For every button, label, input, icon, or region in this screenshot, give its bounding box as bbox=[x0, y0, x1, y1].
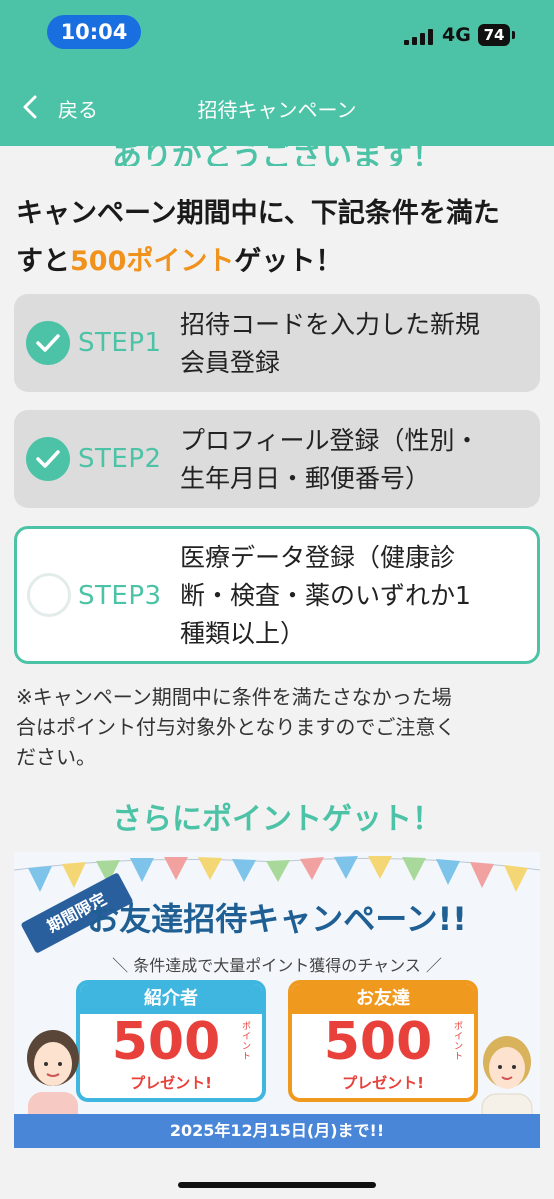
step-description: 招待コードを入力した新規 会員登録 bbox=[180, 306, 480, 382]
network-label: 4G bbox=[442, 24, 471, 46]
check-icon bbox=[26, 437, 70, 481]
step-text-line: 招待コードを入力した新規 bbox=[180, 310, 481, 339]
intro-text: すと bbox=[16, 246, 70, 277]
step-text-line: 生年月日・郵便番号） bbox=[180, 464, 431, 493]
intro-line-1: キャンペーン期間中に、下記条件を満た bbox=[16, 198, 500, 229]
points-highlight: 500ポイント bbox=[70, 246, 235, 277]
card-heading: 紹介者 bbox=[80, 984, 262, 1014]
step-label: STEP3 bbox=[78, 581, 162, 611]
step-card-2: STEP2 プロフィール登録（性別・ 生年月日・郵便番号） bbox=[14, 410, 540, 508]
banner-subtitle: ＼ 条件達成で大量ポイント獲得のチャンス ／ bbox=[112, 956, 442, 975]
campaign-notice: ※キャンペーン期間中に条件を満たさなかった場 合はポイント付与対象外となりますの… bbox=[16, 682, 544, 772]
page-title: 招待キャンペーン bbox=[197, 98, 357, 122]
invite-campaign-banner[interactable]: 期間限定 お友達招待キャンペーン!! ＼ 条件達成で大量ポイント獲得のチャンス … bbox=[14, 852, 540, 1148]
app-header: 10:04 4G 74 戻る 招待キャンペーン bbox=[0, 0, 554, 146]
step-label: STEP1 bbox=[78, 328, 162, 358]
thanks-heading: ありがとうございます！ bbox=[112, 139, 442, 166]
step-text-line: 種類以上） bbox=[180, 619, 306, 648]
status-time: 10:04 bbox=[47, 15, 141, 49]
woman-illustration-icon bbox=[27, 1030, 79, 1128]
reward-amount: 500 bbox=[323, 1012, 433, 1072]
unchecked-circle-icon bbox=[27, 573, 71, 617]
notice-line: 合はポイント付与対象外となりますのでご注意く bbox=[16, 715, 456, 739]
campaign-deadline: 2025年12月15日(月)まで!! bbox=[14, 1114, 540, 1148]
home-indicator[interactable] bbox=[178, 1182, 376, 1188]
more-points-heading: さらにポイントゲット！ bbox=[112, 802, 442, 837]
present-label: プレゼント! bbox=[130, 1074, 212, 1092]
step-text-line: 医療データ登録（健康診 bbox=[180, 543, 456, 572]
campaign-intro: キャンペーン期間中に、下記条件を満た すと500ポイントゲット！ bbox=[16, 190, 546, 286]
step-description: 医療データ登録（健康診 断・検査・薬のいずれか1 種類以上） bbox=[180, 539, 471, 653]
step-text-line: 会員登録 bbox=[180, 348, 281, 377]
step-text-line: 断・検査・薬のいずれか1 bbox=[180, 581, 471, 610]
reward-unit: ポイント bbox=[454, 1022, 464, 1062]
banner-title: お友達招待キャンペーン!! bbox=[87, 900, 467, 938]
intro-line-2: すと500ポイントゲット！ bbox=[16, 238, 546, 286]
check-icon bbox=[26, 321, 70, 365]
notice-line: ださい。 bbox=[16, 745, 96, 769]
intro-text: ゲット！ bbox=[234, 246, 343, 277]
step-description: プロフィール登録（性別・ 生年月日・郵便番号） bbox=[180, 422, 480, 498]
step-text-line: プロフィール登録（性別・ bbox=[180, 426, 480, 455]
card-heading: お友達 bbox=[292, 984, 474, 1014]
step-card-1: STEP1 招待コードを入力した新規 会員登録 bbox=[14, 294, 540, 392]
present-label: プレゼント! bbox=[342, 1074, 424, 1092]
step-card-3: STEP3 医療データ登録（健康診 断・検査・薬のいずれか1 種類以上） bbox=[14, 526, 540, 664]
notice-line: ※キャンペーン期間中に条件を満たさなかった場 bbox=[16, 685, 452, 709]
step-label: STEP2 bbox=[78, 444, 162, 474]
signal-icon bbox=[404, 29, 434, 45]
friend-reward-card: お友達 500 ポイント プレゼント! bbox=[288, 980, 478, 1102]
battery-icon: 74 bbox=[478, 24, 515, 46]
reward-unit: ポイント bbox=[242, 1022, 252, 1062]
reward-amount: 500 bbox=[111, 1012, 221, 1072]
referrer-reward-card: 紹介者 500 ポイント プレゼント! bbox=[76, 980, 266, 1102]
